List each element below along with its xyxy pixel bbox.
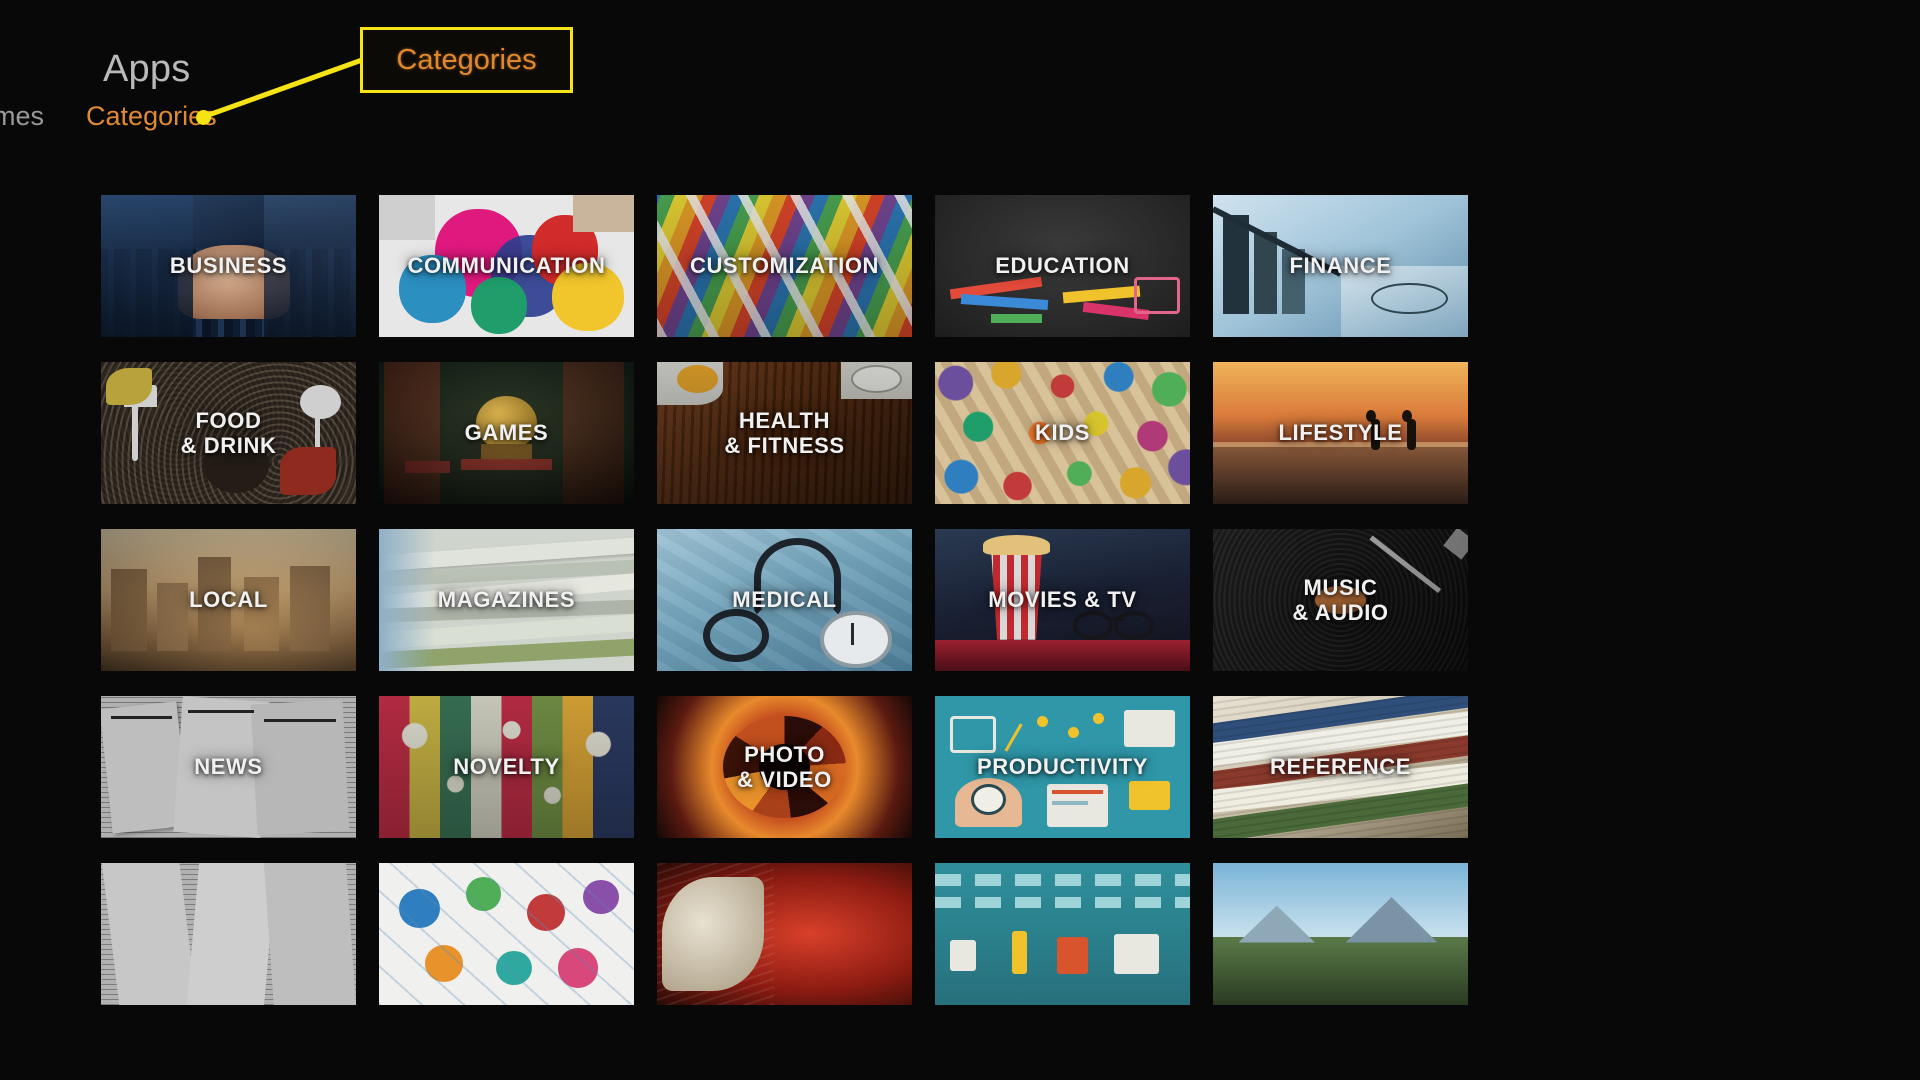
tile-artwork: [1213, 863, 1468, 1005]
category-tile-health-fitness[interactable]: Health & Fitness: [657, 362, 912, 504]
tile-label-line1: Local: [189, 587, 268, 613]
category-tile-education[interactable]: Education: [935, 195, 1190, 337]
category-tile-reference[interactable]: Reference: [1213, 696, 1468, 838]
category-tile-productivity[interactable]: Productivity: [935, 696, 1190, 838]
tile-label: Kids: [935, 362, 1190, 504]
tile-artwork: [657, 863, 912, 1005]
tile-label: Finance: [1213, 195, 1468, 337]
tile-label-line1: Medical: [732, 587, 837, 613]
tile-label-line2: & Audio: [1292, 600, 1389, 625]
tile-label: Magazines: [379, 529, 634, 671]
tile-label-line1: Productivity: [977, 754, 1148, 780]
tile-label: Health & Fitness: [657, 362, 912, 504]
page-title: Apps: [103, 48, 191, 90]
tile-label: Education: [935, 195, 1190, 337]
category-tile-customization[interactable]: Customization: [657, 195, 912, 337]
tile-label-line1: News: [194, 754, 263, 780]
category-tile-row5-3[interactable]: [657, 863, 912, 1005]
category-tile-news[interactable]: News: [101, 696, 356, 838]
category-tile-row5-1[interactable]: [101, 863, 356, 1005]
tile-label-line1: Games: [464, 420, 549, 446]
tile-label-line1: Business: [169, 253, 288, 279]
category-tile-photo-video[interactable]: Photo & Video: [657, 696, 912, 838]
tile-label-line1: Music: [1303, 574, 1378, 600]
tile-label: Games: [379, 362, 634, 504]
category-tile-games[interactable]: Games: [379, 362, 634, 504]
category-tile-business[interactable]: Business: [101, 195, 356, 337]
tile-label-line1: Food: [195, 407, 262, 433]
category-tile-medical[interactable]: Medical: [657, 529, 912, 671]
tile-label: Movies & TV: [935, 529, 1190, 671]
tile-label-line1: Lifestyle: [1278, 420, 1403, 446]
tile-label: Photo & Video: [657, 696, 912, 838]
category-tile-row5-5[interactable]: [1213, 863, 1468, 1005]
tile-label: Productivity: [935, 696, 1190, 838]
tile-artwork: [379, 863, 634, 1005]
tile-artwork: [101, 863, 356, 1005]
category-tile-music-audio[interactable]: Music & Audio: [1213, 529, 1468, 671]
tile-label-line2: & Drink: [180, 433, 277, 458]
tile-label-line1: Education: [995, 253, 1130, 279]
tile-label-line1: Customization: [689, 253, 880, 279]
callout-label: Categories: [396, 43, 537, 76]
category-tile-magazines[interactable]: Magazines: [379, 529, 634, 671]
category-tile-local[interactable]: Local: [101, 529, 356, 671]
category-tile-novelty[interactable]: Novelty: [379, 696, 634, 838]
tile-label: Music & Audio: [1213, 529, 1468, 671]
tile-label: Medical: [657, 529, 912, 671]
tile-label-line1: Reference: [1269, 754, 1412, 780]
category-tile-communication[interactable]: Communication: [379, 195, 634, 337]
tile-label-line1: Finance: [1289, 253, 1392, 279]
category-tile-finance[interactable]: Finance: [1213, 195, 1468, 337]
tile-label-line1: Health: [738, 407, 831, 433]
tile-label: Food & Drink: [101, 362, 356, 504]
tile-label: Lifestyle: [1213, 362, 1468, 504]
tile-label: Customization: [657, 195, 912, 337]
category-tile-lifestyle[interactable]: Lifestyle: [1213, 362, 1468, 504]
tile-label-line1: Magazines: [437, 587, 576, 613]
tile-label-line1: Kids: [1035, 420, 1090, 446]
tile-label: Novelty: [379, 696, 634, 838]
tile-label-line2: & Video: [737, 767, 832, 792]
tile-label-line1: Photo: [744, 741, 825, 767]
category-tile-row5-2[interactable]: [379, 863, 634, 1005]
tile-label-line1: Communication: [407, 253, 606, 279]
category-tile-movies-tv[interactable]: Movies & TV: [935, 529, 1190, 671]
tile-label-line1: Novelty: [453, 754, 560, 780]
category-nav: Games Categories: [0, 103, 217, 130]
nav-item-games[interactable]: Games: [0, 103, 44, 130]
tile-label-line2: & Fitness: [724, 433, 845, 458]
category-tile-kids[interactable]: Kids: [935, 362, 1190, 504]
category-tile-row5-4[interactable]: [935, 863, 1190, 1005]
callout-box: Categories: [360, 27, 573, 93]
tile-label: Communication: [379, 195, 634, 337]
tile-label: News: [101, 696, 356, 838]
tile-label-line1: Movies & TV: [988, 587, 1137, 613]
tile-artwork: [935, 863, 1190, 1005]
app-root: Apps Games Categories Business Communica…: [0, 0, 1920, 1080]
tile-label: Reference: [1213, 696, 1468, 838]
category-tile-food-drink[interactable]: Food & Drink: [101, 362, 356, 504]
callout-anchor-dot: [196, 110, 211, 125]
category-grid: Business Communication Customization Edu…: [101, 195, 1468, 1005]
tile-label: Local: [101, 529, 356, 671]
tile-label: Business: [101, 195, 356, 337]
